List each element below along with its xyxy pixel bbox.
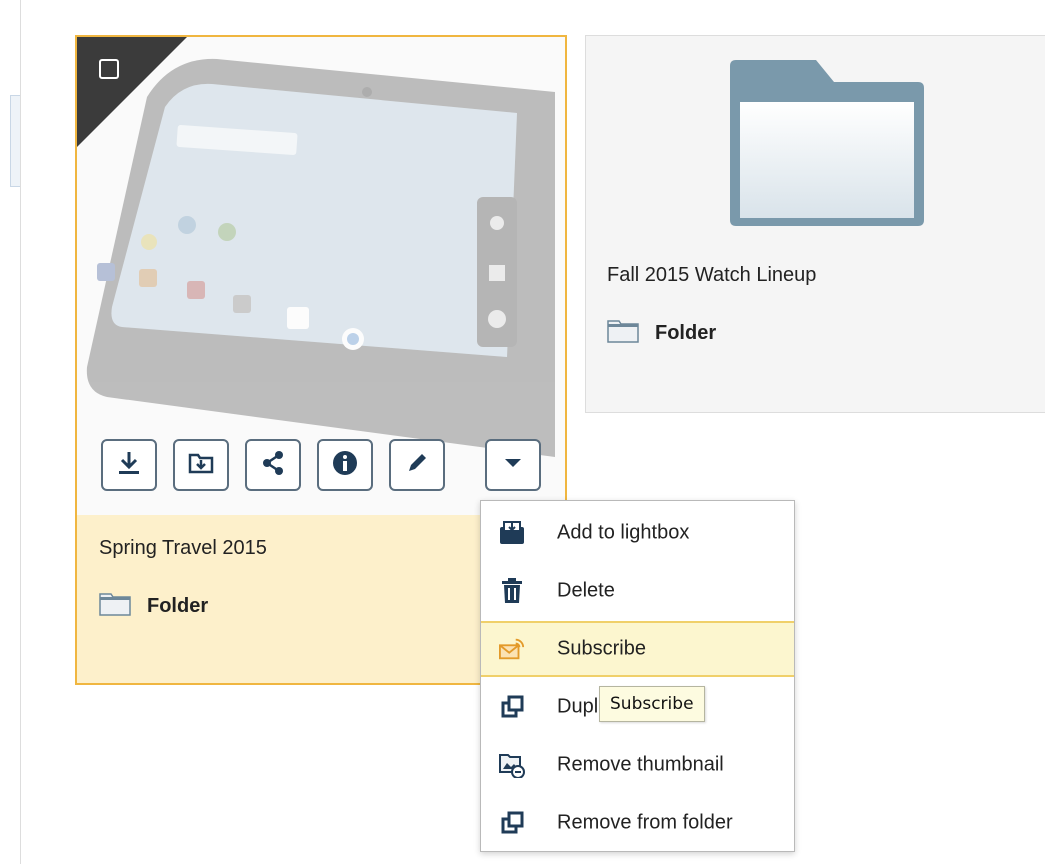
- info-icon: [332, 450, 358, 481]
- duplicate-icon: [499, 694, 525, 720]
- more-actions-menu: Add to lightbox Delete Subscribe Remove …: [480, 500, 795, 852]
- card-title[interactable]: Fall 2015 Watch Lineup: [607, 264, 816, 287]
- menu-item-remove-thumbnail[interactable]: Remove thumbnail: [481, 737, 794, 793]
- move-to-folder-icon: [188, 451, 214, 480]
- type-label: Folder: [147, 595, 209, 617]
- folder-icon: [607, 319, 639, 348]
- card-title[interactable]: Spring Travel 2015: [99, 537, 267, 560]
- menu-item-label: Remove from folder: [557, 811, 733, 834]
- selection-corner: [77, 37, 187, 147]
- type-indicator: Folder: [607, 319, 716, 348]
- select-checkbox[interactable]: [99, 59, 119, 79]
- menu-item-label: Remove thumbnail: [557, 753, 724, 776]
- remove-thumbnail-icon: [499, 752, 525, 778]
- menu-item-subscribe[interactable]: Subscribe: [481, 621, 794, 677]
- menu-item-delete[interactable]: Delete: [481, 563, 794, 619]
- menu-item-label: Subscribe: [557, 637, 646, 660]
- folder-icon: [99, 592, 131, 621]
- subscribe-rss-mail-icon: [499, 636, 525, 662]
- info-button[interactable]: [317, 439, 373, 491]
- edit-button[interactable]: [389, 439, 445, 491]
- left-divider: [20, 0, 21, 864]
- type-indicator: Folder: [99, 592, 208, 621]
- lightbox-add-icon: [499, 520, 525, 546]
- menu-item-label: Add to lightbox: [557, 521, 690, 544]
- caret-down-icon: [503, 456, 523, 474]
- type-label: Folder: [655, 322, 717, 344]
- download-icon: [117, 450, 141, 481]
- menu-item-label: Delete: [557, 579, 615, 602]
- download-button[interactable]: [101, 439, 157, 491]
- trash-icon: [499, 578, 525, 604]
- folder-card-fall-watch[interactable]: Fall 2015 Watch Lineup Folder: [585, 35, 1045, 413]
- asset-grid-page: Spring Travel 2015 Folder Fall 2015 Watc…: [0, 0, 1045, 864]
- pencil-icon: [405, 451, 429, 480]
- move-to-folder-button[interactable]: [173, 439, 229, 491]
- remove-from-folder-icon: [499, 810, 525, 836]
- share-icon: [261, 450, 285, 481]
- side-panel-tab[interactable]: [10, 95, 20, 187]
- large-folder-icon: [726, 58, 928, 233]
- menu-item-add-to-lightbox[interactable]: Add to lightbox: [481, 505, 794, 561]
- share-button[interactable]: [245, 439, 301, 491]
- menu-item-remove-from-folder[interactable]: Remove from folder: [481, 795, 794, 851]
- more-actions-button[interactable]: [485, 439, 541, 491]
- tooltip: Subscribe: [599, 686, 705, 722]
